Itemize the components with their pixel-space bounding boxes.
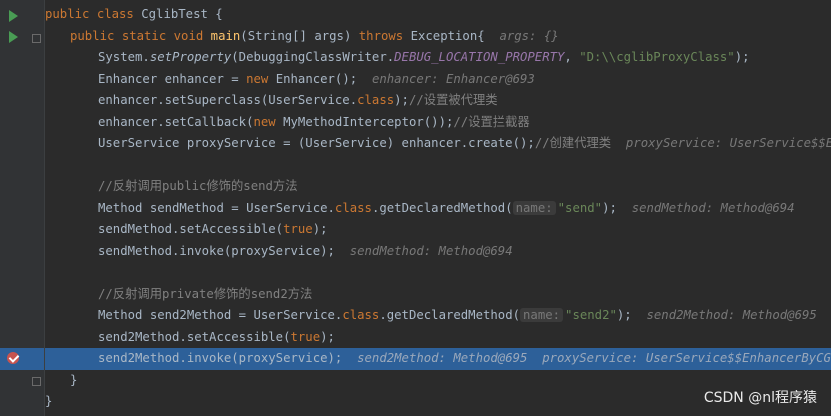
closing-brace: } [45, 394, 53, 408]
code-line-16: send2Method.setAccessible(true); [45, 327, 831, 349]
inline-debug-hint: enhancer: Enhancer@693 [371, 71, 535, 86]
keyword: new [253, 114, 284, 129]
code: .getDeclaredMethod( [379, 308, 521, 322]
comment: //设置被代理类 [408, 93, 498, 107]
code-line-12: sendMethod.invoke(proxyService); sendMet… [45, 241, 831, 263]
code-line-9: //反射调用public修饰的send方法 [45, 176, 831, 198]
keyword: new [246, 71, 276, 86]
keyword: true [290, 329, 321, 344]
code: ); [312, 222, 328, 236]
breakpoint-check-icon [8, 352, 20, 363]
code: .getDeclaredMethod( [371, 200, 513, 215]
inline-debug-hint: sendMethod: Method@694 [631, 200, 795, 215]
code-line-10: Method sendMethod = UserService.class.ge… [45, 198, 831, 220]
keyword: class [334, 200, 372, 215]
keyword: throws [358, 28, 411, 43]
code: sendMethod.invoke(proxyService); [98, 243, 350, 258]
fold-main-icon[interactable] [32, 34, 41, 43]
keyword: true [283, 222, 313, 236]
code: ); [602, 200, 632, 215]
string-literal: "send" [557, 200, 603, 215]
code: Method send2Method = UserService. [98, 308, 343, 322]
static-method: setProperty [149, 50, 232, 64]
watermark: CSDN @nl程序猿 [703, 390, 817, 406]
code: Method sendMethod = UserService. [98, 200, 335, 215]
method-name: main [210, 28, 241, 43]
code: UserService proxyService = (UserService)… [98, 136, 535, 150]
string-literal: "send2" [565, 308, 617, 322]
code: ); [616, 308, 647, 322]
closing-brace: } [70, 372, 78, 387]
code: enhancer.setSuperclass(UserService. [98, 93, 358, 107]
breakpoint-icon[interactable] [7, 352, 20, 364]
code: System. [98, 50, 150, 64]
code: Enhancer enhancer = [98, 71, 247, 86]
code-line-2: public static void main(String[] args) t… [45, 26, 831, 48]
string-literal: "D:\\cglibProxyClass" [579, 50, 735, 64]
code: (DebuggingClassWriter. [231, 50, 395, 64]
code-line-7: UserService proxyService = (UserService)… [45, 133, 831, 155]
code-line-14: //反射调用private修饰的send2方法 [45, 284, 831, 306]
code: send2Method.setAccessible( [98, 329, 291, 344]
comment: //创建代理类 [534, 136, 626, 150]
fold-end-main-icon[interactable] [32, 377, 41, 386]
parameter-hint: name: [512, 200, 556, 215]
code-line-5: enhancer.setSuperclass(UserService.class… [45, 90, 831, 112]
inline-debug-hint: proxyService: UserService$$Enh [625, 136, 831, 150]
code-line-4: Enhancer enhancer = new Enhancer(); enha… [45, 69, 831, 91]
code: MyMethodInterceptor()); [283, 114, 454, 129]
code-line-15: Method send2Method = UserService.class.g… [45, 305, 831, 327]
parameter-hint: name: [520, 308, 564, 322]
inline-debug-hint: sendMethod: Method@694 [349, 243, 513, 258]
code: ); [394, 93, 409, 107]
exception: Exception{ [410, 28, 500, 43]
code-editor[interactable]: public class CglibTest { public static v… [45, 4, 831, 416]
code: ); [734, 50, 750, 64]
run-main-icon[interactable] [9, 31, 18, 43]
current-execution-line: send2Method.invoke(proxyService); send2M… [45, 348, 831, 370]
comment: //反射调用private修饰的send2方法 [98, 286, 313, 301]
class-decl: CglibTest { [141, 7, 223, 21]
inline-debug-hint: send2Method: Method@695 [646, 308, 817, 322]
keyword: public class [45, 7, 142, 21]
keyword: class [342, 308, 380, 322]
code: ); [320, 329, 335, 344]
inline-debug-hint: send2Method: Method@695 proxyService: Us… [357, 351, 831, 365]
static-field: DEBUG_LOCATION_PROPERTY [394, 50, 565, 64]
code-line-11: sendMethod.setAccessible(true); [45, 219, 831, 241]
keyword: public static void [70, 28, 211, 43]
params: (String[] args) [240, 28, 359, 43]
run-class-icon[interactable] [9, 10, 18, 22]
code: sendMethod.setAccessible( [98, 222, 284, 236]
comment: //反射调用public修饰的send方法 [98, 179, 298, 193]
code: send2Method.invoke(proxyService); [98, 351, 358, 365]
code-line-6: enhancer.setCallback(new MyMethodInterce… [45, 112, 831, 134]
code: Enhancer(); [275, 71, 372, 86]
code-line-3: System.setProperty(DebuggingClassWriter.… [45, 47, 831, 69]
comment: //设置拦截器 [453, 114, 530, 129]
code: enhancer.setCallback( [98, 114, 254, 129]
inline-debug-hint: args: {} [499, 28, 559, 43]
code: , [564, 50, 580, 64]
code-line-1: public class CglibTest { [45, 4, 831, 26]
keyword: class [357, 93, 395, 107]
